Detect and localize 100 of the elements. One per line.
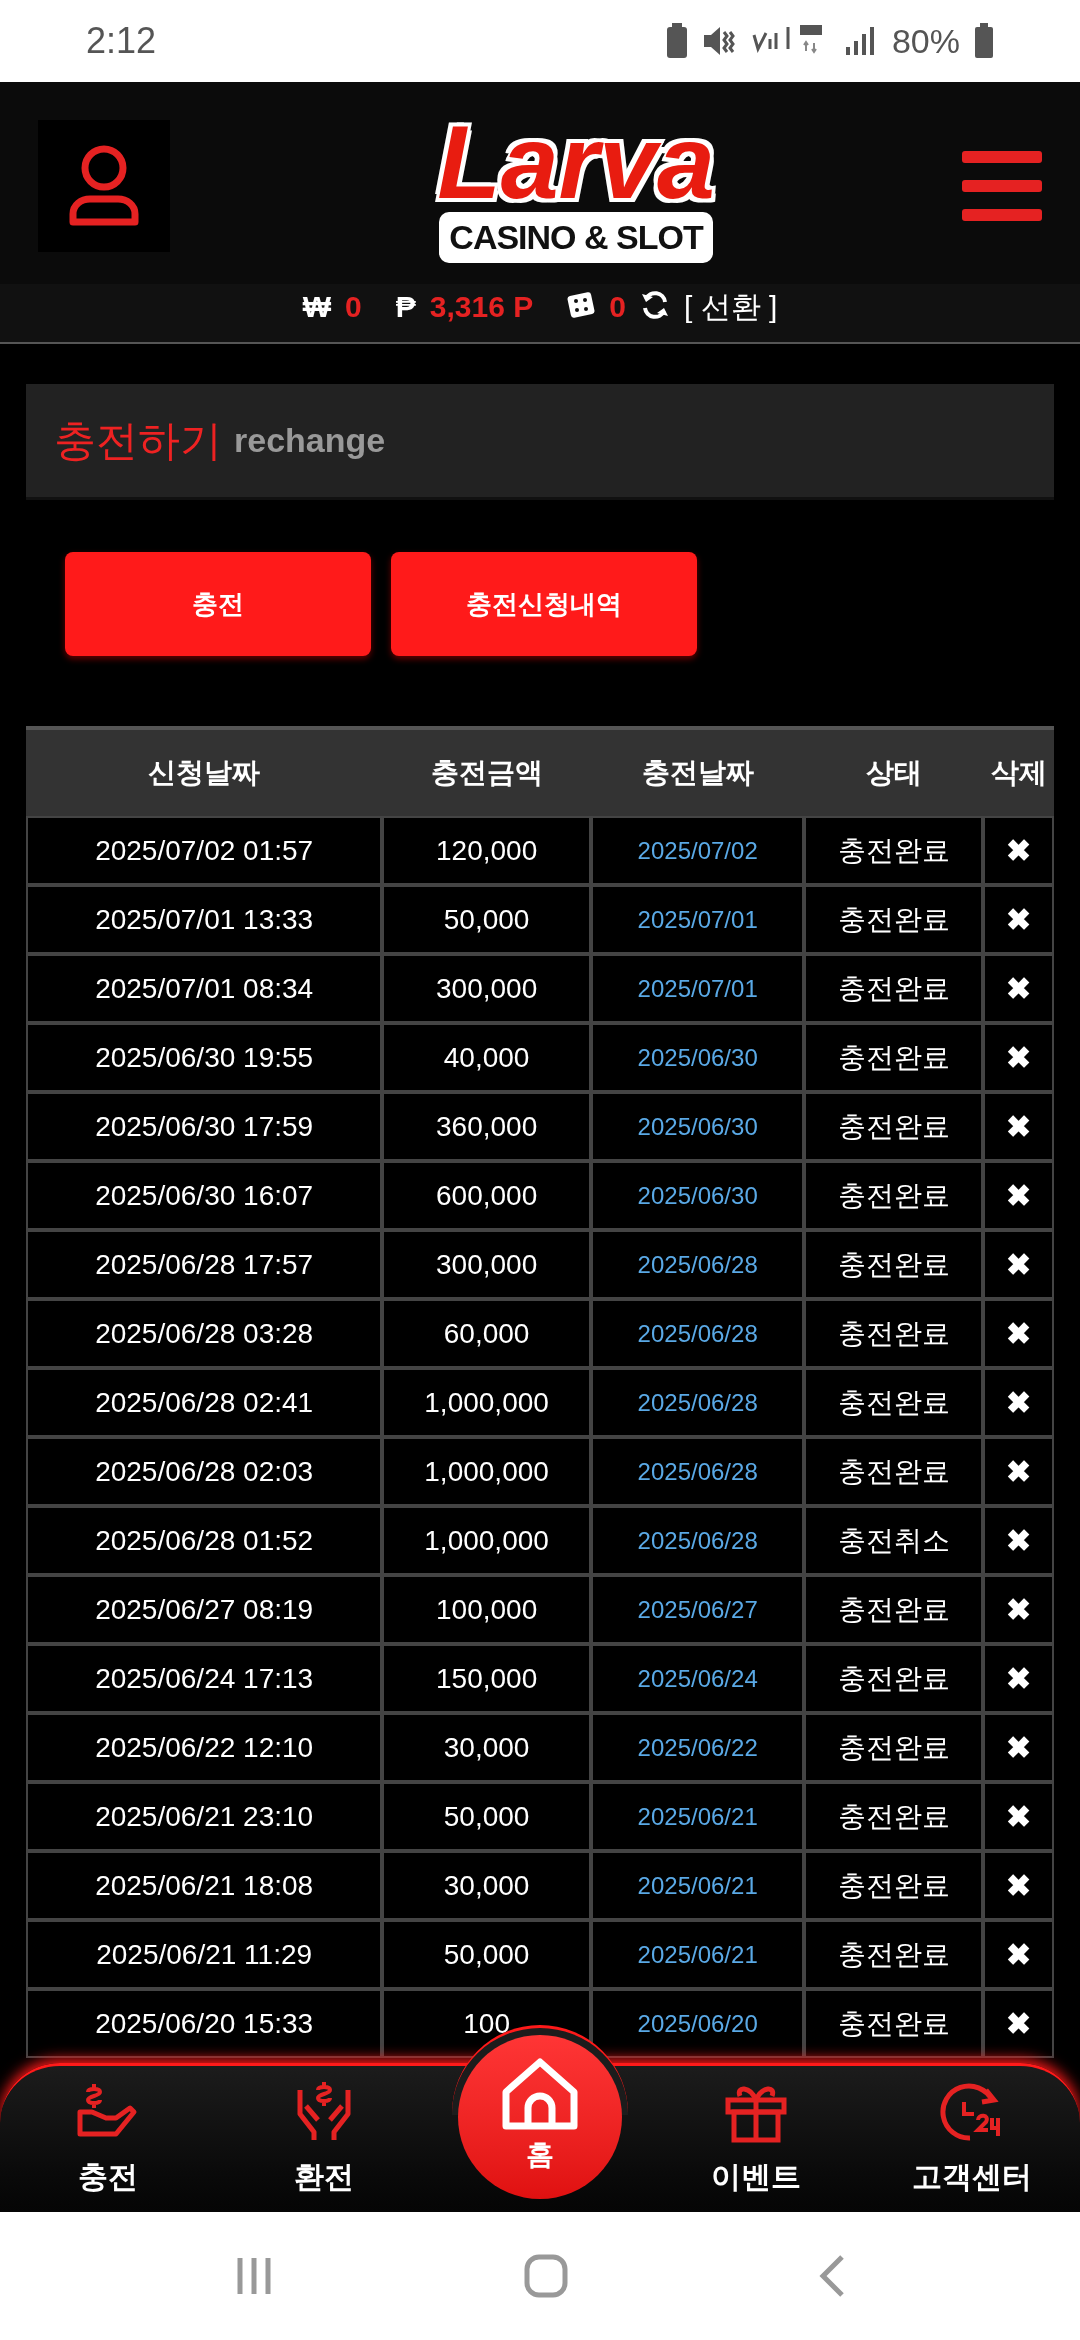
- status-cell: 충전완료: [804, 816, 984, 885]
- status-cell: 충전완료: [804, 1368, 984, 1437]
- delete-button[interactable]: ✖: [983, 816, 1054, 885]
- delete-button[interactable]: ✖: [983, 1920, 1054, 1989]
- column-header: 충전날짜: [640, 756, 755, 790]
- amount-cell: 1,000,000: [382, 1368, 591, 1437]
- battery-icon: [974, 23, 994, 59]
- status-cell: 충전완료: [804, 1644, 984, 1713]
- delete-button[interactable]: ✖: [983, 1713, 1054, 1782]
- charge-date-cell: 2025/07/01: [590, 885, 805, 954]
- amount-cell: 30,000: [382, 1713, 591, 1782]
- won-balance: 0: [345, 289, 362, 325]
- battery-percent: 80%: [891, 20, 960, 62]
- charge-date-cell: 2025/07/02: [590, 816, 805, 885]
- nav-tab[interactable]: 환전: [292, 2080, 356, 2199]
- request-date-cell: 2025/06/28 17:57: [26, 1230, 383, 1299]
- charge-date-cell: 2025/06/28: [590, 1230, 805, 1299]
- charge-date-cell: 2025/06/28: [590, 1506, 805, 1575]
- delete-button[interactable]: ✖: [983, 1437, 1054, 1506]
- amount-cell: 100,000: [382, 1575, 591, 1644]
- column-header: 상태: [864, 756, 923, 790]
- request-date-cell: 2025/06/24 17:13: [26, 1644, 383, 1713]
- request-date-cell: 2025/06/28 01:52: [26, 1506, 383, 1575]
- charge-date-cell: 2025/06/28: [590, 1368, 805, 1437]
- logo[interactable]: Larva CASINO & SLOT: [437, 108, 715, 263]
- profile-button[interactable]: [38, 119, 170, 252]
- section-title: 충전하기: [54, 416, 222, 466]
- delete-button[interactable]: ✖: [983, 885, 1054, 954]
- amount-cell: 50,000: [382, 1920, 591, 1989]
- status-cell: 충전완료: [804, 1437, 984, 1506]
- request-date-cell: 2025/07/01 13:33: [26, 885, 383, 954]
- action-button[interactable]: 충전: [65, 552, 371, 656]
- status-cell: 충전완료: [804, 1782, 984, 1851]
- delete-button[interactable]: ✖: [983, 1368, 1054, 1437]
- delete-button[interactable]: ✖: [983, 1299, 1054, 1368]
- mute-icon: [701, 24, 736, 58]
- nav-tab[interactable]: 고객센터: [912, 2080, 1032, 2199]
- status-cell: 충전완료: [804, 885, 984, 954]
- action-button[interactable]: 충전신청내역: [391, 552, 697, 656]
- charge-date-cell: 2025/06/21: [590, 1782, 805, 1851]
- status-cell: 충전완료: [804, 1851, 984, 1920]
- user-icon: [68, 143, 140, 228]
- delete-button[interactable]: ✖: [983, 1989, 1054, 2058]
- status-time: 2:12: [86, 19, 157, 63]
- amount-cell: 150,000: [382, 1644, 591, 1713]
- charge-date-cell: 2025/06/30: [590, 1092, 805, 1161]
- charge-date-cell: 2025/07/01: [590, 954, 805, 1023]
- amount-cell: 600,000: [382, 1161, 591, 1230]
- status-cell: 충전완료: [804, 1575, 984, 1644]
- request-date-cell: 2025/06/28 03:28: [26, 1299, 383, 1368]
- delete-button[interactable]: ✖: [983, 1023, 1054, 1092]
- amount-cell: 40,000: [382, 1023, 591, 1092]
- column-header: 충전금액: [429, 756, 544, 790]
- status-cell: 충전완료: [804, 1299, 984, 1368]
- back-icon[interactable]: [818, 2254, 846, 2298]
- charge-date-cell: 2025/06/27: [590, 1575, 805, 1644]
- amount-cell: 360,000: [382, 1092, 591, 1161]
- refresh-icon[interactable]: [639, 290, 670, 320]
- charge-date-cell: 2025/06/30: [590, 1161, 805, 1230]
- delete-button[interactable]: ✖: [983, 1506, 1054, 1575]
- charge-date-cell: 2025/06/21: [590, 1920, 805, 1989]
- request-date-cell: 2025/06/21 23:10: [26, 1782, 383, 1851]
- status-cell: 충전완료: [804, 1920, 984, 1989]
- status-cell: 충전취소: [804, 1506, 984, 1575]
- chip-balance: 0: [609, 289, 626, 325]
- status-cell: 충전완료: [804, 1023, 984, 1092]
- peso-symbol: ₱: [395, 289, 416, 325]
- request-date-cell: 2025/06/28 02:41: [26, 1368, 383, 1437]
- delete-button[interactable]: ✖: [983, 954, 1054, 1023]
- nav-tab[interactable]: 이벤트: [711, 2080, 801, 2199]
- status-cell: 충전완료: [804, 1230, 984, 1299]
- dice-icon: [567, 292, 596, 318]
- delete-button[interactable]: ✖: [983, 1161, 1054, 1230]
- request-date-cell: 2025/06/30 19:55: [26, 1023, 383, 1092]
- charge-date-cell: 2025/06/30: [590, 1023, 805, 1092]
- delete-button[interactable]: ✖: [983, 1851, 1054, 1920]
- charge-date-cell: 2025/06/22: [590, 1713, 805, 1782]
- request-date-cell: 2025/07/02 01:57: [26, 816, 383, 885]
- status-cell: 충전완료: [804, 954, 984, 1023]
- delete-button[interactable]: ✖: [983, 1782, 1054, 1851]
- charge-date-cell: 2025/06/21: [590, 1851, 805, 1920]
- charge-date-cell: 2025/06/28: [590, 1299, 805, 1368]
- status-cell: 충전완료: [804, 1161, 984, 1230]
- switch-link[interactable]: [ 선환 ]: [683, 284, 778, 329]
- home-nav-icon[interactable]: [524, 2254, 568, 2298]
- section-subtitle: rechange: [234, 420, 386, 461]
- request-date-cell: 2025/06/30 16:07: [26, 1161, 383, 1230]
- amount-cell: 300,000: [382, 1230, 591, 1299]
- status-cell: 충전완료: [804, 1989, 984, 2058]
- request-date-cell: 2025/06/28 02:03: [26, 1437, 383, 1506]
- amount-cell: 1,000,000: [382, 1506, 591, 1575]
- nav-tab[interactable]: 충전: [76, 2080, 140, 2199]
- delete-button[interactable]: ✖: [983, 1092, 1054, 1161]
- menu-button[interactable]: [962, 150, 1042, 221]
- won-symbol: ₩: [302, 289, 332, 325]
- delete-button[interactable]: ✖: [983, 1644, 1054, 1713]
- charge-date-cell: 2025/06/28: [590, 1437, 805, 1506]
- column-header: 삭제: [989, 756, 1048, 790]
- delete-button[interactable]: ✖: [983, 1575, 1054, 1644]
- delete-button[interactable]: ✖: [983, 1230, 1054, 1299]
